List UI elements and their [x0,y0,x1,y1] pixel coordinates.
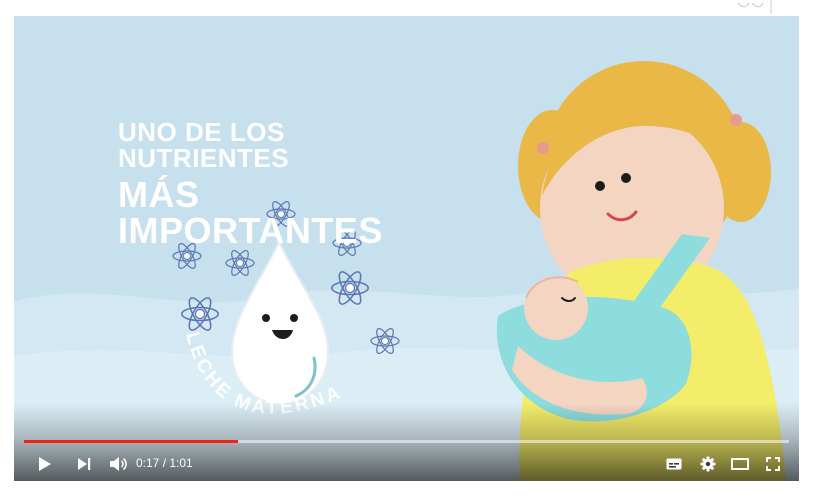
fullscreen-icon [766,456,780,471]
fullscreen-button[interactable] [759,446,787,481]
subtitles-button[interactable] [660,446,688,481]
next-icon [78,457,91,470]
time-display: 0:17 / 1:01 [136,446,193,481]
play-icon [39,456,51,471]
corner-decoration [737,0,772,14]
subtitles-icon [666,458,682,469]
theater-mode-icon [731,457,749,470]
video-player[interactable]: UNO DE LOS NUTRIENTES MÁS IMPORTANTES LE… [14,16,799,481]
duration: 1:01 [169,456,193,470]
gear-icon [700,456,716,471]
current-time: 0:17 [136,456,160,470]
theater-mode-button[interactable] [726,446,754,481]
progress-bar[interactable] [24,440,789,443]
play-button[interactable] [30,446,60,481]
time-separator: / [159,456,170,470]
volume-button[interactable] [104,446,132,481]
next-button[interactable] [70,446,98,481]
volume-icon [110,456,127,471]
player-controls: 0:17 / 1:01 [14,446,799,481]
progress-played [24,440,239,443]
settings-button[interactable] [694,446,722,481]
